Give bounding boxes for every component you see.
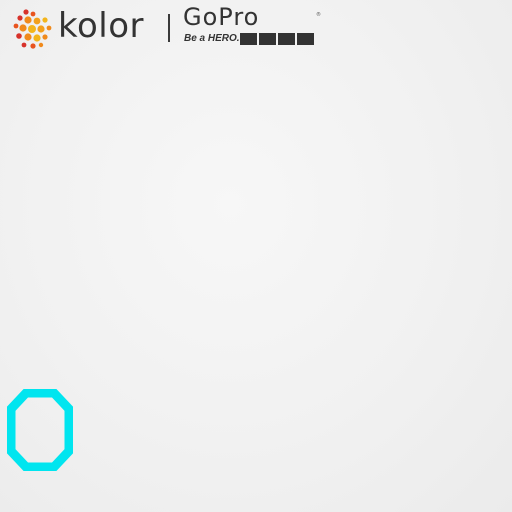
kolor-logo-icon <box>13 9 52 49</box>
digit-zero-label: 0 <box>40 434 41 436</box>
gopro-tagline: Be a HERO. <box>184 33 240 44</box>
gopro-square <box>259 33 276 45</box>
gopro-registered-mark: ® <box>316 12 321 18</box>
gopro-square <box>297 33 314 45</box>
gopro-square <box>240 33 257 45</box>
gopro-hero-squares <box>240 33 320 45</box>
gopro-square <box>278 33 295 45</box>
brand-header: kolor GoPro ® Be a HERO. <box>12 3 332 50</box>
gopro-wordmark: GoPro <box>183 3 260 31</box>
brand-divider <box>168 14 170 42</box>
viewer-canvas[interactable]: kolor GoPro ® Be a HERO. 0 <box>0 0 512 512</box>
kolor-wordmark: kolor <box>58 6 145 46</box>
digit-zero-overlay: 0 <box>7 389 73 471</box>
